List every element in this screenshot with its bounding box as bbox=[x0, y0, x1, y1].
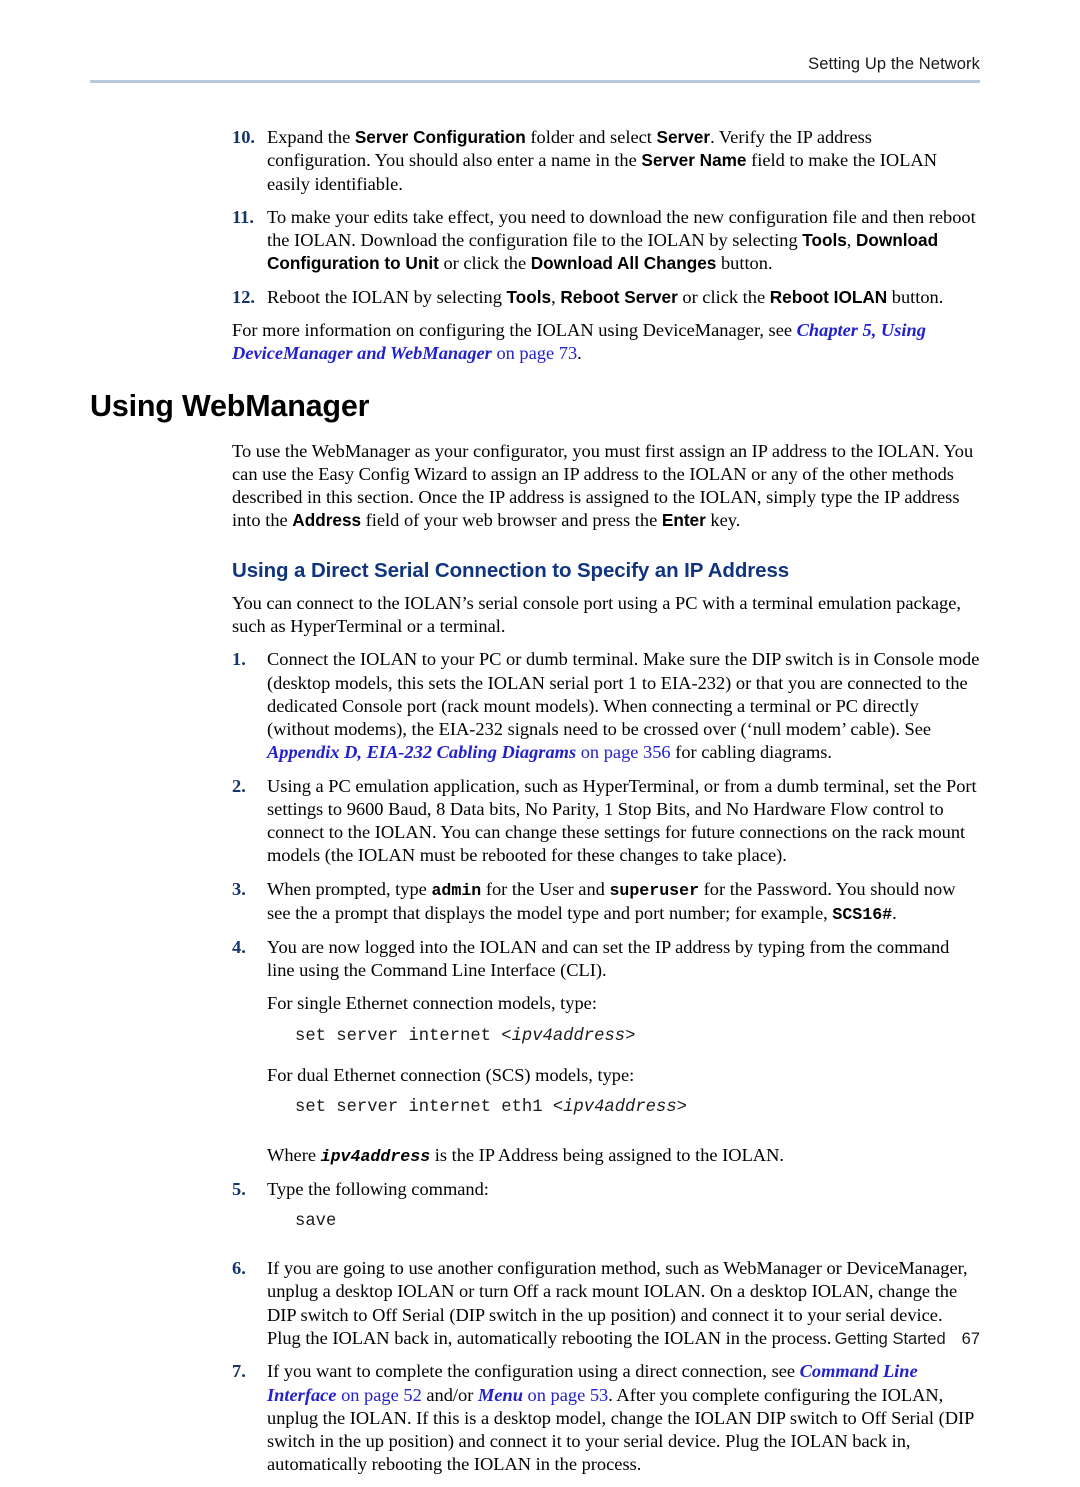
intro-paragraph: For more information on configuring the … bbox=[232, 319, 926, 364]
list-item-number: 3. bbox=[232, 878, 246, 899]
step-list-top: 10. Expand the Server Configuration fold… bbox=[0, 126, 1080, 309]
list-item-text: Connect the IOLAN to your PC or dumb ter… bbox=[267, 649, 980, 763]
list-item: 2. Using a PC emulation application, suc… bbox=[0, 775, 1080, 868]
list-item: 4. You are now logged into the IOLAN and… bbox=[0, 936, 1080, 983]
list-item: 10. Expand the Server Configuration fold… bbox=[0, 126, 1080, 196]
single-ethernet-lead-in: For single Ethernet connection models, t… bbox=[267, 993, 597, 1014]
running-header: Setting Up the Network bbox=[808, 55, 980, 73]
list-item-number: 12. bbox=[232, 286, 255, 307]
step-list-tail: 6. If you are going to use another confi… bbox=[0, 1257, 1080, 1477]
list-item-number: 1. bbox=[232, 649, 246, 670]
list-item: 12. Reboot the IOLAN by selecting Tools,… bbox=[0, 286, 1080, 309]
section-intro-paragraph: To use the WebManager as your configurat… bbox=[232, 440, 974, 531]
step-list-save: 5. Type the following command: bbox=[0, 1178, 1080, 1201]
code-block-save: save bbox=[295, 1211, 337, 1231]
list-item-text: When prompted, type admin for the User a… bbox=[267, 878, 956, 924]
list-item-number: 7. bbox=[232, 1361, 246, 1382]
list-item-text: Type the following command: bbox=[267, 1178, 489, 1199]
list-item-number: 6. bbox=[232, 1258, 246, 1279]
subsection-intro-paragraph: You can connect to the IOLAN’s serial co… bbox=[232, 592, 961, 636]
header-rule bbox=[90, 80, 980, 83]
list-item-number: 5. bbox=[232, 1178, 246, 1199]
list-item-number: 10. bbox=[232, 127, 255, 147]
page-title: Using WebManager bbox=[90, 388, 370, 423]
ipv4address-definition: Where ipv4address is the IP Address bein… bbox=[267, 1144, 784, 1166]
code-block-single-ethernet: set server internet <ipv4address> bbox=[295, 1026, 636, 1046]
list-item-text: To make your edits take effect, you need… bbox=[267, 206, 976, 274]
dual-ethernet-lead-in: For dual Ethernet connection (SCS) model… bbox=[267, 1064, 635, 1085]
list-item-number: 2. bbox=[232, 775, 246, 796]
list-item: 5. Type the following command: bbox=[0, 1178, 1080, 1201]
list-item-text: If you want to complete the configuratio… bbox=[267, 1361, 974, 1475]
list-item-text: Expand the Server Configuration folder a… bbox=[267, 127, 937, 194]
list-item-number: 4. bbox=[232, 936, 246, 957]
list-item-text: Reboot the IOLAN by selecting Tools, Reb… bbox=[267, 286, 944, 307]
code-block-dual-ethernet: set server internet eth1 <ipv4address> bbox=[295, 1098, 687, 1118]
list-item-text: Using a PC emulation application, such a… bbox=[267, 775, 977, 866]
list-item-number: 11. bbox=[232, 206, 254, 227]
step-list-main: 1. Connect the IOLAN to your PC or dumb … bbox=[0, 648, 1080, 982]
list-item: 1. Connect the IOLAN to your PC or dumb … bbox=[0, 648, 1080, 764]
list-item: 7. If you want to complete the configura… bbox=[0, 1360, 1080, 1476]
list-item-text: You are now logged into the IOLAN and ca… bbox=[267, 936, 950, 980]
list-item: 3. When prompted, type admin for the Use… bbox=[0, 878, 1080, 926]
subsection-title: Using a Direct Serial Connection to Spec… bbox=[232, 558, 790, 582]
page-content: 10. Expand the Server Configuration fold… bbox=[0, 126, 1080, 1487]
page-footer: Getting Started 67 bbox=[90, 1330, 980, 1349]
list-item: 11. To make your edits take effect, you … bbox=[0, 206, 1080, 276]
footer-page-number: 67 bbox=[961, 1330, 980, 1348]
footer-label: Getting Started bbox=[834, 1330, 946, 1348]
document-page: Setting Up the Network 10. Expand the Se… bbox=[0, 0, 1080, 1474]
